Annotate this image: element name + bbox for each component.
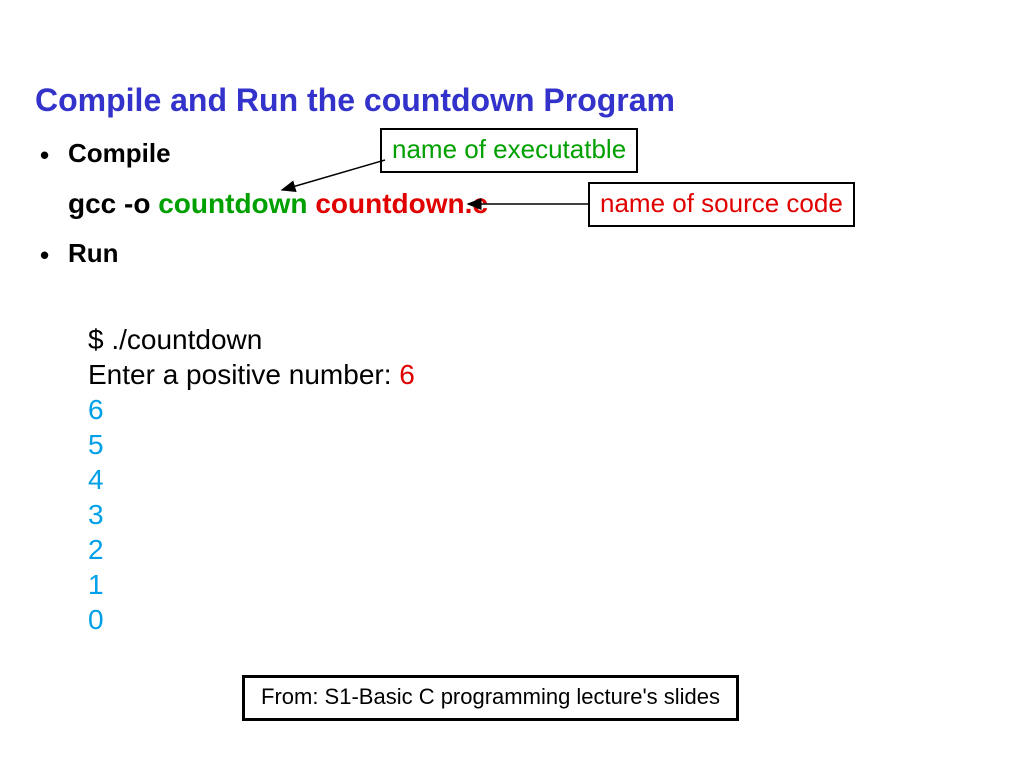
run-output-line: 0 bbox=[88, 602, 415, 637]
annotation-executable: name of executatble bbox=[380, 128, 638, 173]
run-output-line: 5 bbox=[88, 427, 415, 462]
cmd-gcc: gcc -o bbox=[68, 188, 158, 219]
run-output-line: 2 bbox=[88, 532, 415, 567]
slide-title: Compile and Run the countdown Program bbox=[35, 82, 675, 119]
cmd-source-name: countdown.c bbox=[315, 188, 488, 219]
run-user-input: 6 bbox=[399, 359, 415, 390]
bullet-run: Run bbox=[40, 238, 119, 269]
annotation-source: name of source code bbox=[588, 182, 855, 227]
run-output-line: 4 bbox=[88, 462, 415, 497]
run-output-line: 1 bbox=[88, 567, 415, 602]
cmd-executable-name: countdown bbox=[158, 188, 315, 219]
run-prompt-line: Enter a positive number: 6 bbox=[88, 357, 415, 392]
bullet-compile-label: Compile bbox=[68, 138, 171, 168]
run-prompt-text: Enter a positive number: bbox=[88, 359, 399, 390]
footnote: From: S1-Basic C programming lecture's s… bbox=[242, 675, 739, 721]
bullet-compile: Compile bbox=[40, 138, 171, 169]
compile-command: gcc -o countdown countdown.c bbox=[68, 188, 488, 220]
run-output-line: 3 bbox=[88, 497, 415, 532]
run-output-block: $ ./countdown Enter a positive number: 6… bbox=[88, 322, 415, 637]
bullet-run-label: Run bbox=[68, 238, 119, 268]
run-output-line: 6 bbox=[88, 392, 415, 427]
run-invoke-line: $ ./countdown bbox=[88, 322, 415, 357]
